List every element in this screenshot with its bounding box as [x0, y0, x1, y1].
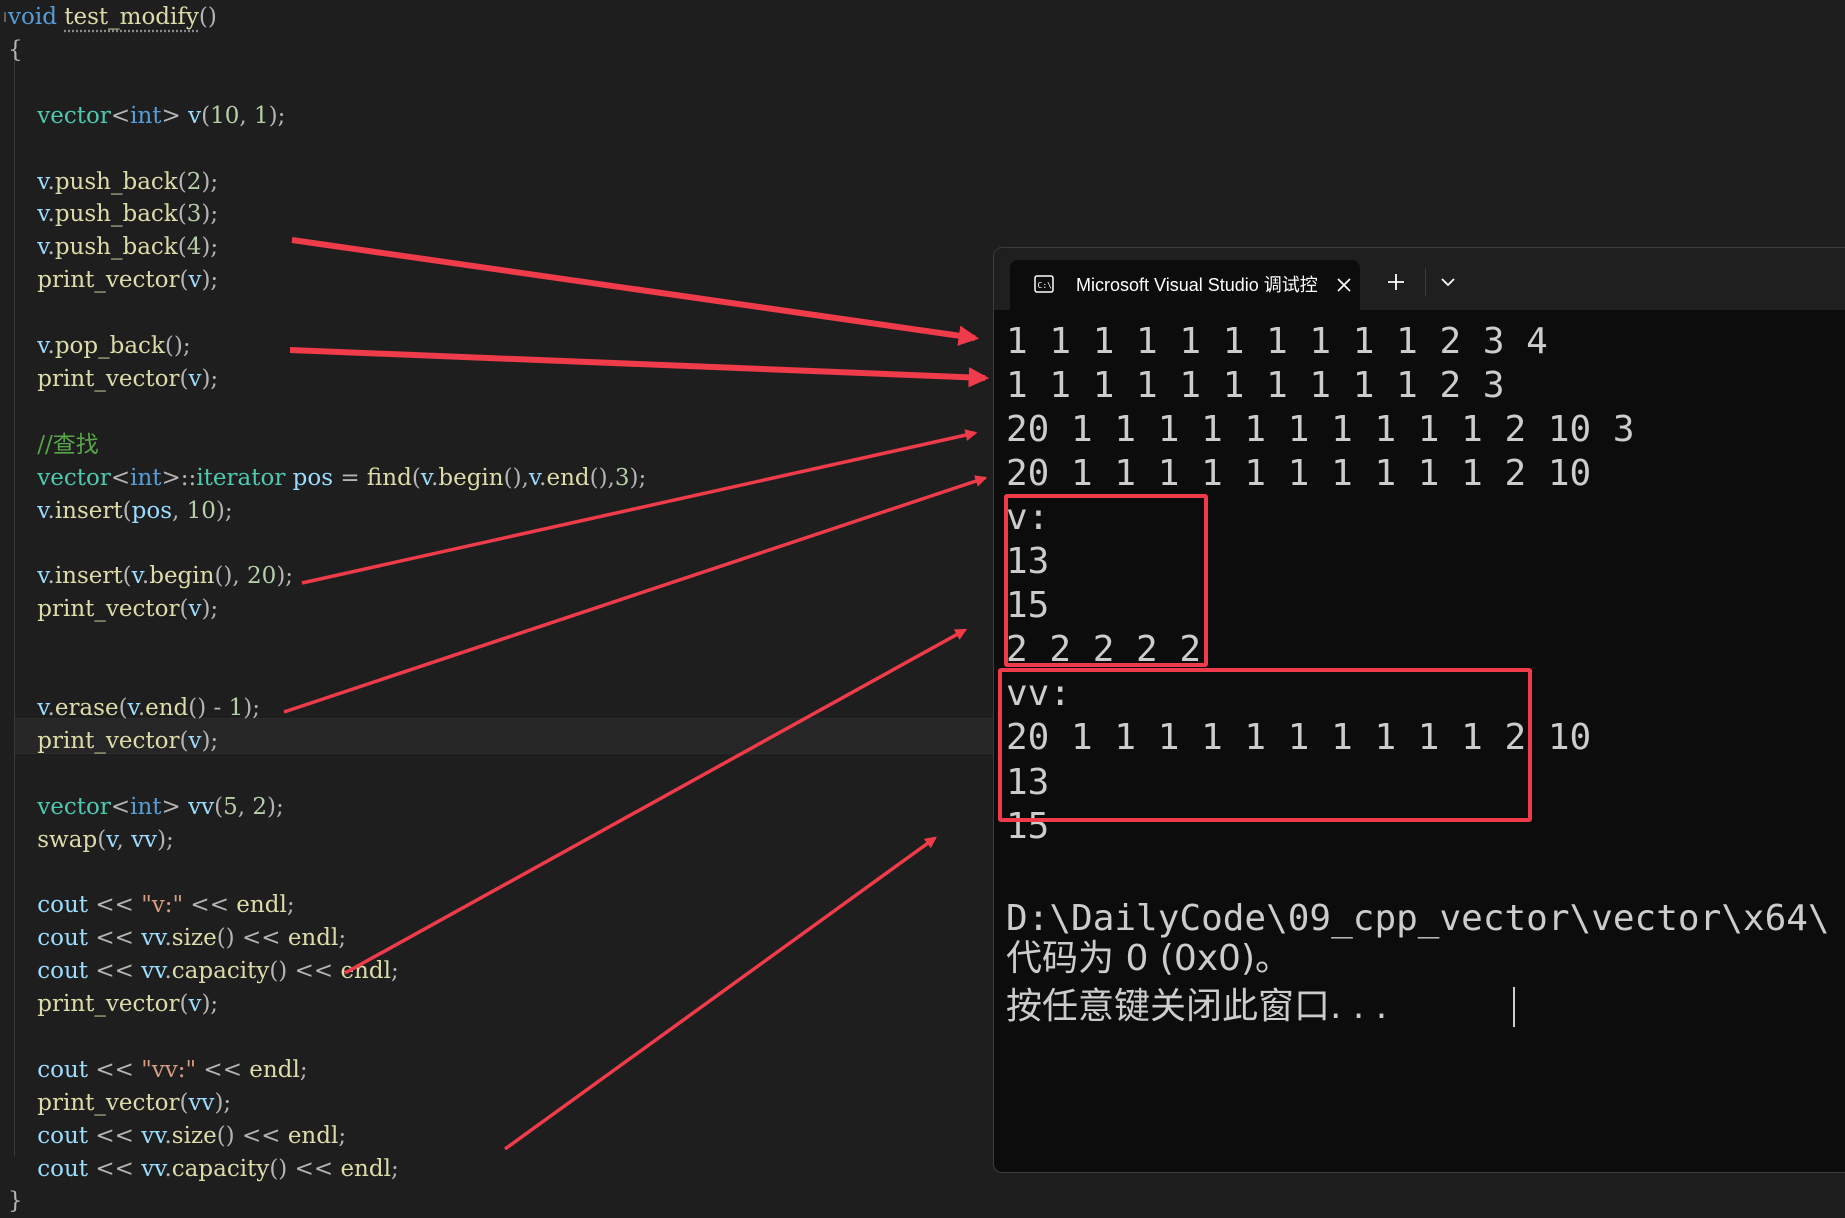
annotation-arrows	[283, 237, 990, 1151]
arrow-line-2	[289, 347, 990, 388]
arrow-line-3	[301, 429, 978, 585]
arrow-line-6	[503, 836, 937, 1151]
arrow-line-1	[291, 237, 980, 346]
arrow-line-5	[344, 628, 968, 975]
